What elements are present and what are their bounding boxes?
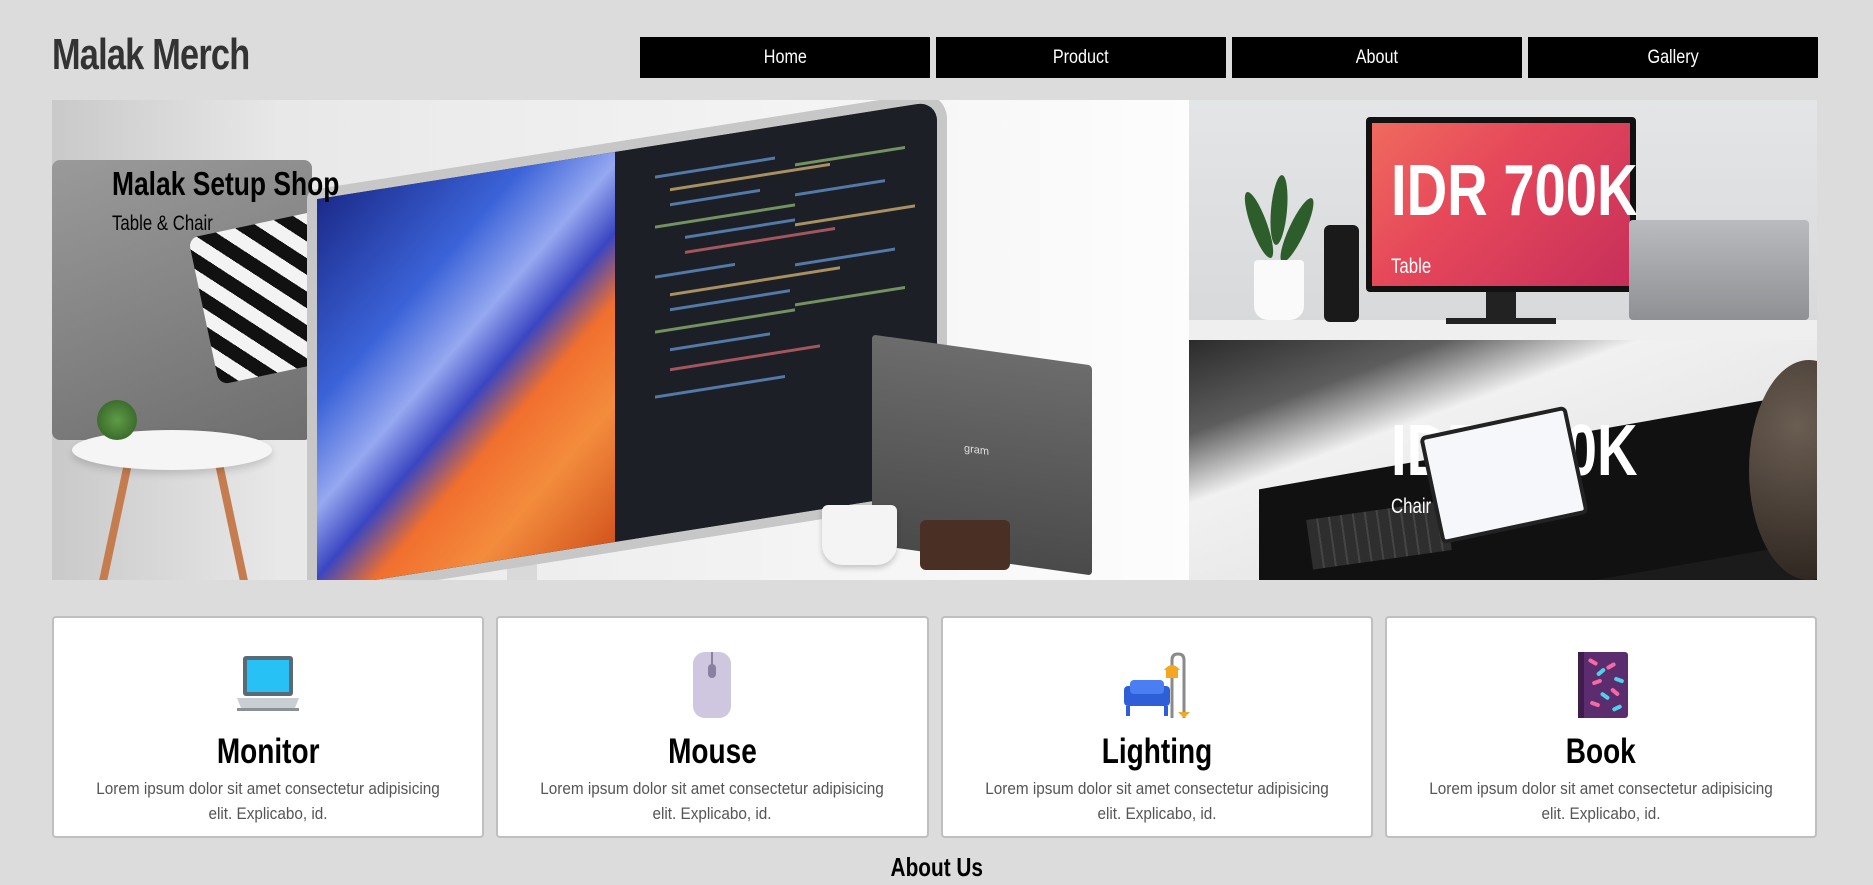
feature-card-mouse[interactable]: Mouse Lorem ipsum dolor sit amet consect… [496, 616, 929, 838]
feature-text: Lorem ipsum dolor sit amet consectetur a… [96, 779, 440, 823]
imac-foot [1446, 318, 1556, 324]
features-section: Monitor Lorem ipsum dolor sit amet conse… [52, 616, 1817, 838]
side-table-graphic [72, 430, 272, 470]
table-price: IDR 700K [1391, 151, 1638, 231]
feature-title: Book [1565, 732, 1636, 771]
hero-main-image: gram Malak Setup Shop Table & Chair [52, 100, 1189, 580]
feature-title: Mouse [668, 732, 757, 771]
feature-card-book[interactable]: Book Lorem ipsum dolor sit amet consecte… [1384, 616, 1817, 838]
nav-product-label: Product [1053, 46, 1109, 68]
brand-logo[interactable]: Malak Merch [52, 30, 250, 80]
imac-stand [1486, 292, 1516, 320]
plant-graphic [97, 400, 137, 440]
about-heading-label: About Us [890, 852, 983, 882]
feature-card-lighting[interactable]: Lighting Lorem ipsum dolor sit amet cons… [940, 616, 1373, 838]
hero-section: gram Malak Setup Shop Table & Chair IDR … [52, 100, 1817, 580]
macbook-graphic [1629, 220, 1809, 320]
nav-gallery-label: Gallery [1647, 46, 1699, 68]
main-nav: Home Product About Gallery [640, 37, 1818, 78]
speaker-graphic [1324, 225, 1359, 322]
table-leg [97, 450, 135, 580]
table-label: Table [1391, 255, 1432, 278]
nav-gallery[interactable]: Gallery [1528, 37, 1818, 78]
table-leg [212, 450, 250, 580]
nav-about[interactable]: About [1232, 37, 1522, 78]
plant-pot-graphic [1254, 260, 1304, 320]
hero-title: Malak Setup Shop [112, 165, 340, 202]
monitor-wallpaper [317, 151, 615, 580]
nav-home-label: Home [763, 46, 807, 68]
mouse-icon [693, 652, 732, 718]
nav-product[interactable]: Product [936, 37, 1226, 78]
feature-card-monitor[interactable]: Monitor Lorem ipsum dolor sit amet conse… [52, 616, 485, 838]
laptop-icon [237, 656, 300, 711]
laptop-brand-label: gram [964, 442, 990, 458]
promo-card-table[interactable]: IDR 700K Table [1189, 100, 1817, 340]
cup-graphic [822, 505, 897, 565]
couch-lamp-icon [1123, 652, 1190, 718]
chair-label: Chair [1391, 495, 1432, 518]
wood-block-graphic [920, 520, 1010, 570]
feature-text: Lorem ipsum dolor sit amet consectetur a… [984, 779, 1329, 823]
feature-title: Monitor [216, 732, 320, 771]
nav-about-label: About [1355, 46, 1399, 68]
feature-title: Lighting [1101, 732, 1212, 771]
promo-card-chair[interactable]: IDR 100K Chair [1189, 340, 1817, 580]
feature-text: Lorem ipsum dolor sit amet consectetur a… [540, 779, 885, 823]
nav-home[interactable]: Home [640, 37, 930, 78]
about-heading: About Us [0, 852, 1873, 883]
book-icon [1577, 652, 1628, 718]
feature-text: Lorem ipsum dolor sit amet consectetur a… [1429, 779, 1773, 823]
hero-subtitle: Table & Chair [112, 212, 213, 235]
